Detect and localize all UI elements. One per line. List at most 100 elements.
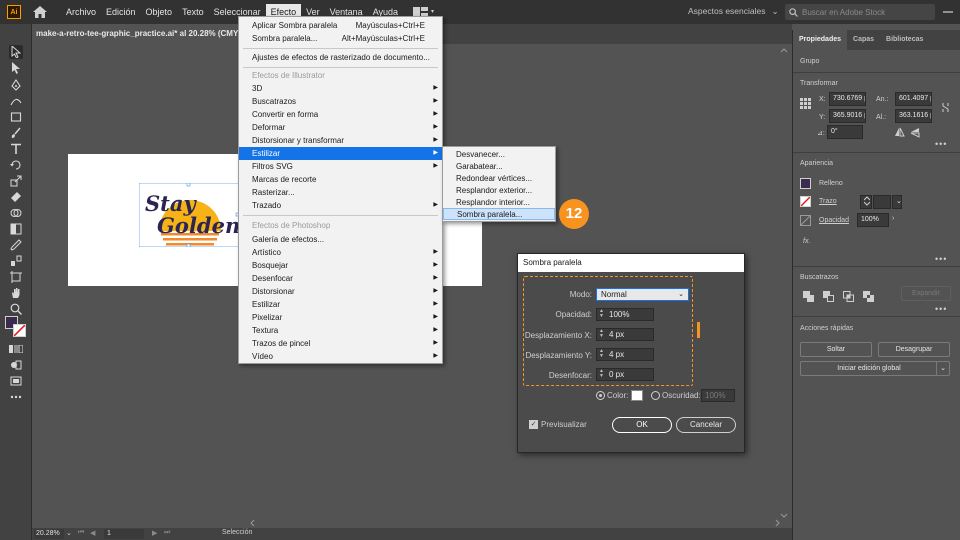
tab-libraries[interactable]: Bibliotecas xyxy=(880,30,929,50)
expand-button[interactable]: Expandir xyxy=(901,286,951,301)
minimize-icon[interactable] xyxy=(942,6,954,18)
menu-texto[interactable]: Texto xyxy=(177,4,209,20)
last-effect[interactable]: Sombra paralela... Alt+Mayúsculas+Ctrl+E xyxy=(239,32,442,45)
release-button[interactable]: Soltar xyxy=(800,342,872,357)
raster-settings[interactable]: Ajustes de efectos de rasterizado de doc… xyxy=(239,51,442,64)
constrain-proportions-icon[interactable] xyxy=(940,102,951,113)
opacity-field[interactable]: 100% xyxy=(857,213,889,227)
global-edit-dropdown[interactable]: ⌄ xyxy=(936,361,950,376)
submenu-item-scribble[interactable]: Garabatear... xyxy=(443,161,555,173)
submenu-item-round-corners[interactable]: Redondear vértices... xyxy=(443,173,555,185)
stock-search-input[interactable]: Buscar en Adobe Stock xyxy=(785,4,935,20)
menu-item-blur[interactable]: Desenfocar ▶ xyxy=(239,272,442,285)
color-radio[interactable] xyxy=(596,391,605,400)
menu-item-distort[interactable]: Distorsionar ▶ xyxy=(239,285,442,298)
menu-edicion[interactable]: Edición xyxy=(101,4,141,20)
fill-stroke-swatches[interactable] xyxy=(5,316,27,338)
scale-tool-icon[interactable] xyxy=(9,174,23,188)
curvature-tool-icon[interactable] xyxy=(9,94,23,108)
more-tools-icon[interactable] xyxy=(9,390,23,404)
more-options-icon[interactable]: ••• xyxy=(935,139,947,149)
menu-item-convert-shape[interactable]: Convertir en forma ▶ xyxy=(239,108,442,121)
mode-select[interactable]: Normal ⌄ xyxy=(596,288,689,301)
stay-golden-artwork[interactable]: Stay Golden xyxy=(138,182,240,248)
intersect-icon[interactable] xyxy=(843,291,854,302)
home-icon[interactable] xyxy=(33,6,47,18)
submenu-item-feather[interactable]: Desvanecer... xyxy=(443,149,555,161)
flip-vertical-icon[interactable] xyxy=(910,127,921,138)
menu-item-effect-gallery[interactable]: Galería de efectos... xyxy=(239,233,442,246)
eraser-tool-icon[interactable] xyxy=(9,190,23,204)
zoom-tool-icon[interactable] xyxy=(9,302,23,316)
menu-item-sketch[interactable]: Bosquejar ▶ xyxy=(239,259,442,272)
stroke-swatch[interactable] xyxy=(13,324,26,337)
apply-last-effect[interactable]: Aplicar Sombra paralela Mayúsculas+Ctrl+… xyxy=(239,19,442,32)
menu-item-brush-strokes[interactable]: Trazos de pincel ▶ xyxy=(239,337,442,350)
eyedropper-tool-icon[interactable] xyxy=(9,238,23,252)
menu-objeto[interactable]: Objeto xyxy=(141,4,178,20)
next-artboard-icon[interactable]: ▶ xyxy=(152,529,157,537)
rectangle-tool-icon[interactable] xyxy=(9,110,23,124)
cancel-button[interactable]: Cancelar xyxy=(676,417,736,433)
tab-properties[interactable]: Propiedades xyxy=(793,30,848,50)
width-field[interactable]: 601.4097 p xyxy=(895,92,932,106)
blur-stepper[interactable]: ▲ ▼ 0 px xyxy=(596,368,654,381)
menu-item-path[interactable]: Trazado ▶ xyxy=(239,199,442,212)
stroke-label[interactable]: Trazo xyxy=(819,198,837,205)
submenu-item-drop-shadow[interactable]: Sombra paralela... xyxy=(443,208,555,220)
selection-tool-icon[interactable] xyxy=(9,45,23,59)
stroke-color-swatch[interactable] xyxy=(800,196,811,207)
menu-item-stylize[interactable]: Estilizar ▶ xyxy=(239,147,442,160)
artboard-number-field[interactable]: 1 xyxy=(104,529,144,539)
paintbrush-tool-icon[interactable] xyxy=(9,126,23,140)
menu-item-video[interactable]: Vídeo ▶ xyxy=(239,350,442,363)
menu-item-crop-marks[interactable]: Marcas de recorte xyxy=(239,173,442,186)
zoom-field[interactable]: 20.28% xyxy=(34,529,64,539)
pen-tool-icon[interactable] xyxy=(9,78,23,92)
horizontal-scrollbar[interactable] xyxy=(250,519,780,527)
prev-artboard-icon[interactable]: ◀ xyxy=(90,529,95,537)
menu-item-artistic[interactable]: Artístico ▶ xyxy=(239,246,442,259)
direct-selection-tool-icon[interactable] xyxy=(9,61,23,75)
fx-icon[interactable]: fx. xyxy=(803,238,810,245)
y-field[interactable]: 365.9016 p xyxy=(829,109,866,123)
workspace-switcher[interactable]: Aspectos esenciales ⌄ xyxy=(688,6,779,17)
menu-item-texture[interactable]: Textura ▶ xyxy=(239,324,442,337)
last-artboard-icon[interactable]: ⏭ xyxy=(164,529,170,537)
ok-button[interactable]: OK xyxy=(612,417,672,433)
opacity-stepper[interactable]: ▲ ▼ 100% xyxy=(596,308,654,321)
menu-archivo[interactable]: Archivo xyxy=(61,4,101,20)
preview-checkbox[interactable]: ✓ xyxy=(529,420,538,429)
color-mode-icon[interactable] xyxy=(9,342,23,356)
hand-tool-icon[interactable] xyxy=(9,286,23,300)
type-tool-icon[interactable] xyxy=(9,142,23,156)
blend-tool-icon[interactable] xyxy=(9,254,23,268)
angle-field[interactable]: 0° xyxy=(827,125,863,139)
menu-item-pixelate[interactable]: Pixelizar ▶ xyxy=(239,311,442,324)
menu-item-distort-transform[interactable]: Distorsionar y transformar ▶ xyxy=(239,134,442,147)
document-tab[interactable]: make-a-retro-tee-graphic_practice.ai* al… xyxy=(32,24,244,44)
global-edit-button[interactable]: Iniciar edición global xyxy=(800,361,938,376)
minus-front-icon[interactable] xyxy=(823,291,834,302)
stroke-weight-field[interactable] xyxy=(873,195,891,209)
reference-point-icon[interactable] xyxy=(800,98,811,109)
menu-item-stylize-ps[interactable]: Estilizar ▶ xyxy=(239,298,442,311)
menu-item-svg-filters[interactable]: Filtros SVG ▶ xyxy=(239,160,442,173)
x-field[interactable]: 730.6769 p xyxy=(829,92,866,106)
draw-mode-icon[interactable] xyxy=(9,358,23,372)
menu-item-pathfinder[interactable]: Buscatrazos ▶ xyxy=(239,95,442,108)
more-options-icon[interactable]: ••• xyxy=(935,254,947,264)
first-artboard-icon[interactable]: ⏮ xyxy=(78,529,84,537)
flip-horizontal-icon[interactable] xyxy=(894,127,905,138)
more-options-icon[interactable]: ••• xyxy=(935,304,947,314)
screen-mode-icon[interactable] xyxy=(9,374,23,388)
stroke-weight-stepper[interactable] xyxy=(860,195,872,209)
artboard-tool-icon[interactable] xyxy=(9,270,23,284)
submenu-item-outer-glow[interactable]: Resplandor exterior... xyxy=(443,185,555,197)
opacity-label[interactable]: Opacidad xyxy=(819,217,849,224)
shadow-color-swatch[interactable] xyxy=(631,390,643,401)
vertical-scrollbar[interactable] xyxy=(780,48,788,518)
unite-icon[interactable] xyxy=(803,291,814,302)
opacity-arrow-icon[interactable]: › xyxy=(892,215,894,222)
darkness-field[interactable]: 100% xyxy=(701,389,735,402)
